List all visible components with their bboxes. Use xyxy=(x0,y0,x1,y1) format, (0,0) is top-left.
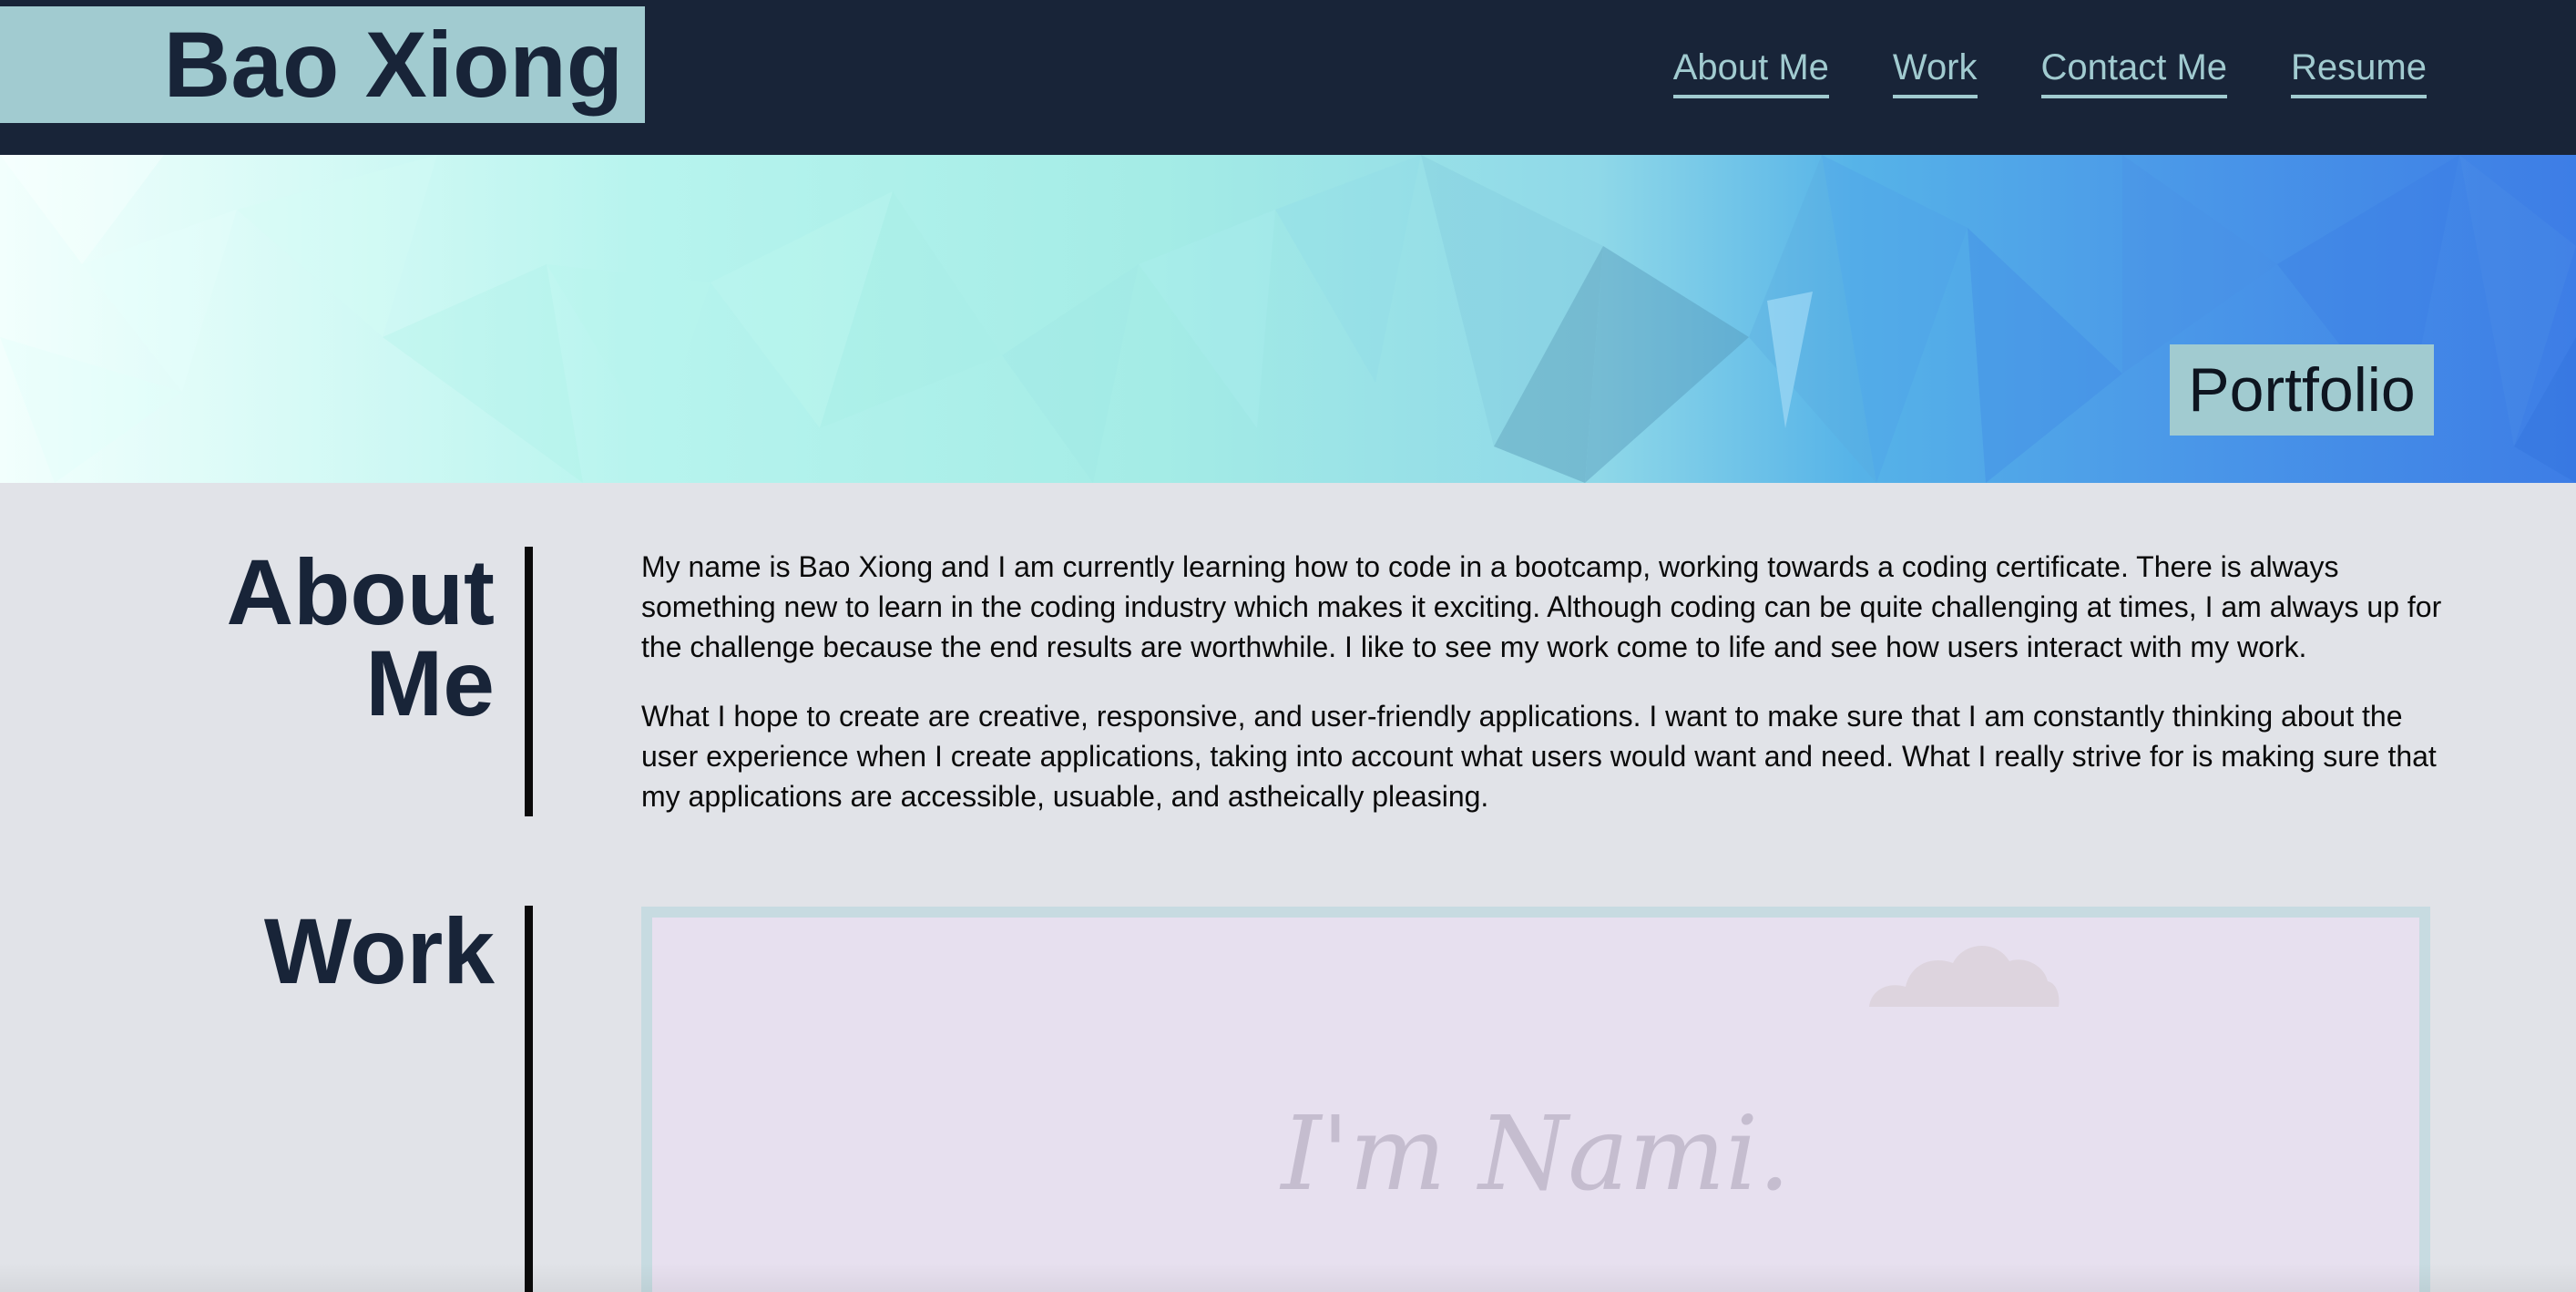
nav-contact-me[interactable]: Contact Me xyxy=(2040,40,2228,98)
nav-resume[interactable]: Resume xyxy=(2291,40,2427,98)
portfolio-badge-label: Portfolio xyxy=(2188,355,2416,425)
main-nav: About Me Work Contact Me Resume xyxy=(1672,40,2427,98)
cloud-icon xyxy=(1869,945,2060,1007)
project-title: I'm Nami. xyxy=(1281,1095,1791,1214)
about-body: My name is Bao Xiong and I am currently … xyxy=(641,547,2448,846)
about-heading: About Me xyxy=(226,540,495,735)
site-header: Bao Xiong About Me Work Contact Me Resum… xyxy=(0,0,2576,155)
nav-about-me[interactable]: About Me xyxy=(1672,40,1829,98)
work-heading: Work xyxy=(263,899,495,1003)
about-paragraph: What I hope to create are creative, resp… xyxy=(641,700,2437,813)
project-card[interactable]: I'm Nami. xyxy=(641,907,2430,1292)
work-divider xyxy=(525,906,533,1292)
about-divider xyxy=(525,547,533,816)
site-name: Bao Xiong xyxy=(163,13,623,117)
site-name-box: Bao Xiong xyxy=(0,6,645,123)
nav-work[interactable]: Work xyxy=(1892,40,1978,98)
portfolio-badge: Portfolio xyxy=(2170,344,2434,436)
hero-banner: Portfolio xyxy=(0,155,2576,483)
about-paragraph: My name is Bao Xiong and I am currently … xyxy=(641,550,2442,663)
